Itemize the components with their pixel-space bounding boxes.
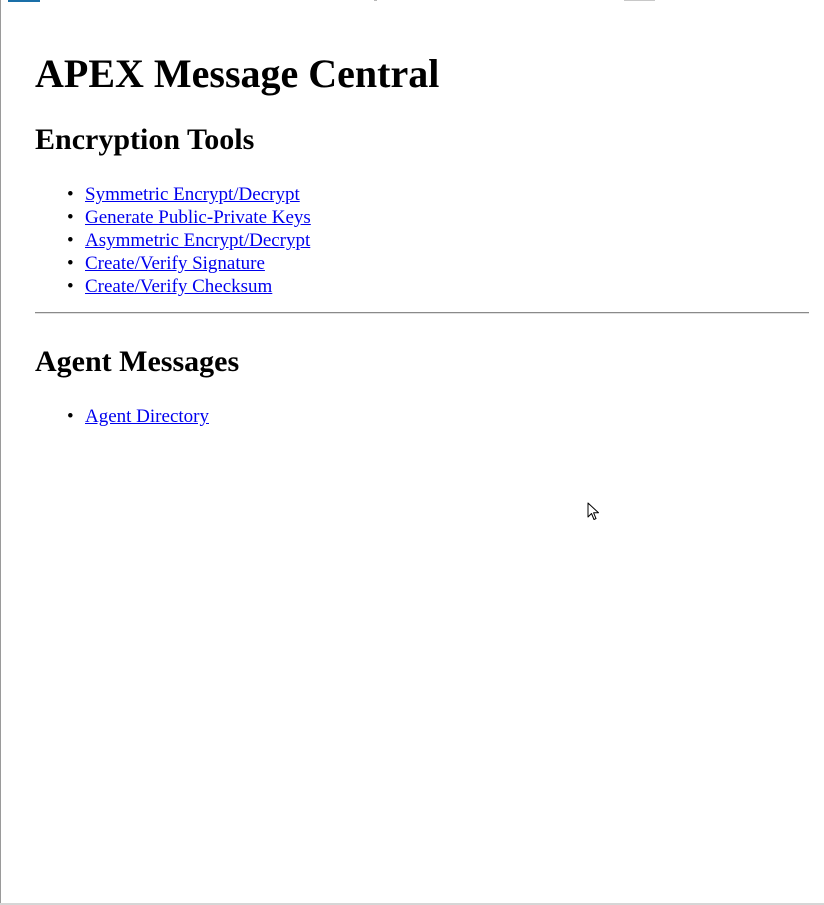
agent-messages-heading: Agent Messages: [35, 345, 240, 378]
page-title: APEX Message Central: [35, 51, 440, 96]
encryption-tools-heading: Encryption Tools: [35, 123, 255, 156]
top-edge-mark: [624, 0, 655, 1]
bullet-icon: •: [67, 406, 74, 427]
bullet-icon: •: [67, 184, 74, 205]
symmetric-encrypt-decrypt-link[interactable]: Symmetric Encrypt/Decrypt: [85, 184, 300, 205]
agent-messages-list: • Agent Directory: [35, 405, 209, 428]
list-item: • Create/Verify Signature: [35, 252, 311, 275]
mouse-pointer-icon: [587, 502, 599, 520]
list-item: • Symmetric Encrypt/Decrypt: [35, 183, 311, 206]
bullet-icon: •: [67, 276, 74, 297]
list-item: • Agent Directory: [35, 405, 209, 428]
bullet-icon: •: [67, 230, 74, 251]
top-edge-accent: [8, 0, 40, 2]
asymmetric-encrypt-decrypt-link[interactable]: Asymmetric Encrypt/Decrypt: [85, 230, 310, 251]
agent-directory-link[interactable]: Agent Directory: [85, 406, 209, 427]
list-item: • Generate Public-Private Keys: [35, 206, 311, 229]
list-item: • Create/Verify Checksum: [35, 275, 311, 298]
encryption-tools-list: • Symmetric Encrypt/Decrypt • Generate P…: [35, 183, 311, 298]
create-verify-signature-link[interactable]: Create/Verify Signature: [85, 253, 265, 274]
section-divider: [35, 312, 809, 314]
create-verify-checksum-link[interactable]: Create/Verify Checksum: [85, 276, 272, 297]
window-left-border: [0, 0, 1, 905]
bullet-icon: •: [67, 207, 74, 228]
generate-keys-link[interactable]: Generate Public-Private Keys: [85, 207, 311, 228]
bullet-icon: •: [67, 253, 74, 274]
list-item: • Asymmetric Encrypt/Decrypt: [35, 229, 311, 252]
top-edge-mark: [374, 0, 377, 1]
